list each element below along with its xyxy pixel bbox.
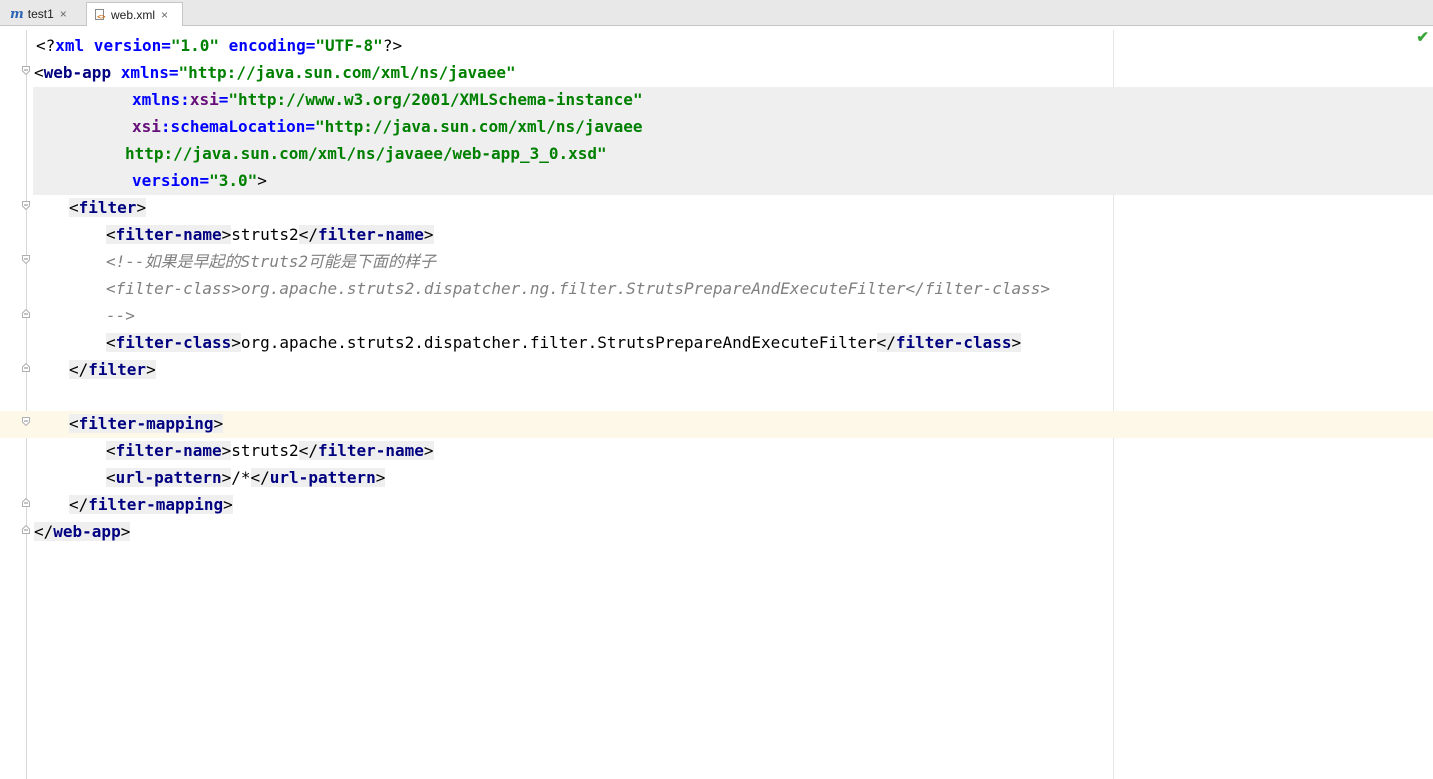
editor-tab-bar: m test1 × <> web.xml × xyxy=(0,0,1433,26)
code-line-9: <!--如果是早起的Struts2可能是下面的样子 xyxy=(106,252,436,271)
tab-label: test1 xyxy=(27,7,54,21)
code-line-5: http://java.sun.com/xml/ns/javaee/web-ap… xyxy=(125,144,607,163)
code-line-12: <filter-class>org.apache.struts2.dispatc… xyxy=(106,333,1022,352)
code-line-10: <filter-class>org.apache.struts2.dispatc… xyxy=(106,279,1051,298)
xml-file-icon: <> xyxy=(93,8,107,22)
code-line-19: </web-app> xyxy=(34,522,131,541)
code-line-3: xmlns:xsi="http://www.w3.org/2001/XMLSch… xyxy=(132,90,643,109)
code-line-18: </filter-mapping> xyxy=(69,495,233,514)
code-line-2: <web-app xmlns="http://java.sun.com/xml/… xyxy=(34,63,516,82)
fold-open-icon[interactable] xyxy=(22,201,30,210)
fold-open-icon[interactable] xyxy=(22,417,30,426)
fold-close-icon[interactable] xyxy=(22,525,30,534)
close-icon[interactable]: × xyxy=(161,8,168,22)
fold-close-icon[interactable] xyxy=(22,309,30,318)
checkmark-icon: ✔ xyxy=(1416,29,1429,46)
editor-gutter[interactable] xyxy=(0,30,27,779)
code-line-7: <filter> xyxy=(69,198,147,217)
tab-label: web.xml xyxy=(111,7,156,22)
close-icon[interactable]: × xyxy=(60,7,67,21)
code-line-6: version="3.0"> xyxy=(132,171,267,190)
tab-test1[interactable]: m test1 × xyxy=(4,2,82,26)
code-line-8: <filter-name>struts2</filter-name> xyxy=(106,225,434,244)
code-line-4: xsi:schemaLocation="http://java.sun.com/… xyxy=(132,117,643,136)
fold-close-icon[interactable] xyxy=(22,363,30,372)
code-line-11: --> xyxy=(106,306,135,325)
code-line-17: <url-pattern>/*</url-pattern> xyxy=(106,468,386,487)
fold-close-icon[interactable] xyxy=(22,498,30,507)
code-line-15: <filter-mapping> xyxy=(69,414,224,433)
module-m-icon: m xyxy=(10,6,24,22)
fold-open-icon[interactable] xyxy=(22,66,30,75)
tab-web-xml[interactable]: <> web.xml × xyxy=(86,2,183,26)
code-line-13: </filter> xyxy=(69,360,156,379)
code-line-16: <filter-name>struts2</filter-name> xyxy=(106,441,434,460)
fold-open-icon[interactable] xyxy=(22,255,30,264)
code-line-1: <?xml version="1.0" encoding="UTF-8"?> xyxy=(36,36,403,55)
